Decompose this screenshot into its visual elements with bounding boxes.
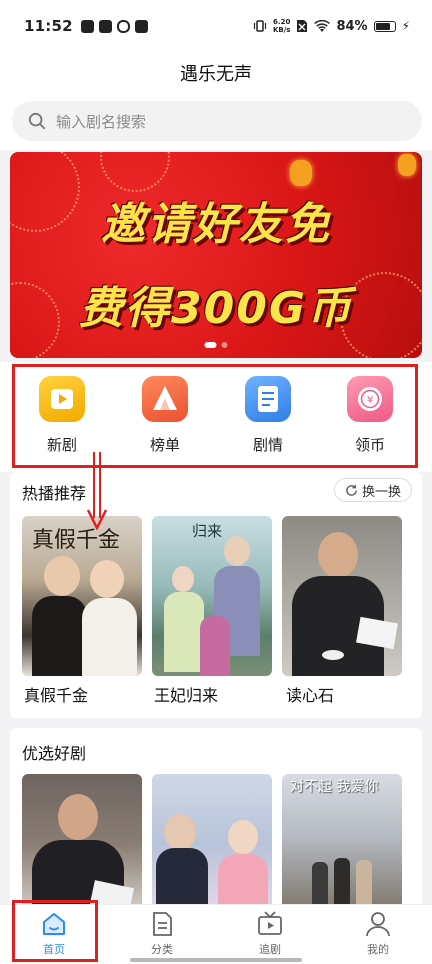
rank-crown-icon	[142, 376, 188, 422]
gesture-bar[interactable]	[130, 958, 302, 962]
section-title: 优选好剧	[22, 744, 87, 763]
drama-poster[interactable]	[22, 774, 142, 908]
nav-label: 追剧	[259, 943, 281, 956]
firework-decoration	[100, 152, 170, 192]
nav-label: 分类	[151, 943, 173, 956]
drama-poster[interactable]: 真假千金	[22, 516, 142, 676]
actor-figure	[224, 536, 250, 566]
status-time: 11:52	[24, 17, 73, 35]
document-icon	[245, 376, 291, 422]
mail-icon	[134, 19, 148, 33]
drama-title[interactable]: 真假千金	[24, 682, 88, 706]
search-placeholder: 输入剧名搜索	[56, 112, 147, 131]
quick-nav-label: 剧情	[252, 436, 283, 454]
actor-figure	[58, 794, 98, 840]
quick-nav: 新剧 榜单 剧情 ¥ 领币	[0, 362, 432, 472]
net-speed-unit: KB/s	[272, 26, 291, 34]
net-speed: 6.20 KB/s	[273, 18, 290, 34]
banner-pagination	[204, 342, 228, 348]
actor-figure	[218, 854, 268, 908]
coin-icon: ¥	[347, 376, 393, 422]
actor-figure	[164, 592, 204, 672]
actor-figure	[228, 820, 258, 854]
actor-figure	[44, 556, 80, 596]
status-right: 6.20 KB/s 84% ⚡	[253, 18, 410, 34]
vibrate-icon	[253, 20, 267, 32]
poster-caption: 对不起 我爱你	[290, 779, 379, 795]
actor-figure	[318, 532, 358, 578]
annotation-arrow-icon	[86, 452, 108, 530]
refresh-button[interactable]: 换一换	[333, 478, 412, 502]
cup-prop	[322, 650, 344, 660]
quick-nav-plot[interactable]: 剧情	[228, 376, 308, 455]
battery-percent: 84%	[336, 18, 368, 34]
actor-figure	[164, 814, 196, 850]
tab-profile[interactable]: 我的	[324, 909, 432, 957]
quick-nav-coins[interactable]: ¥ 领币	[330, 376, 410, 455]
quick-nav-rank[interactable]: 榜单	[125, 376, 205, 455]
tiktok-icon	[80, 19, 94, 33]
refresh-label: 换一换	[361, 484, 401, 500]
drama-poster[interactable]	[152, 774, 272, 908]
hot-recommend-section: 热播推荐 换一换 真假千金 真假千金 归来 王妃归来 读心石	[10, 472, 422, 718]
promo-banner[interactable]: 邀请好友免 费得300G币	[10, 152, 422, 358]
actor-figure	[82, 598, 137, 676]
drama-poster[interactable]	[282, 516, 402, 676]
tab-category[interactable]: 分类	[108, 909, 216, 957]
drama-title[interactable]: 读心石	[286, 682, 334, 706]
app-header: 遇乐无声	[0, 52, 432, 94]
featured-section: 优选好剧 对不起 我爱你	[10, 728, 422, 908]
charging-icon: ⚡	[401, 19, 410, 33]
refresh-icon	[346, 484, 357, 496]
search-input[interactable]: 输入剧名搜索	[12, 101, 422, 141]
section-title: 热播推荐	[22, 484, 87, 503]
play-video-icon	[39, 376, 85, 422]
nav-label: 我的	[367, 943, 389, 956]
page-title: 遇乐无声	[180, 64, 252, 85]
actor-figure	[312, 862, 328, 908]
banner-dot[interactable]	[221, 342, 228, 348]
search-bar-container: 输入剧名搜索	[0, 94, 432, 150]
actor-figure	[334, 858, 350, 908]
banner-headline-1: 邀请好友免	[101, 199, 331, 250]
lantern-decoration	[398, 154, 416, 176]
user-icon	[366, 912, 390, 937]
category-icon	[153, 912, 172, 936]
net-speed-value: 6.20	[273, 18, 291, 26]
lantern-decoration	[290, 160, 312, 186]
notification-icons	[80, 19, 148, 33]
poster-caption: 归来	[192, 522, 223, 540]
drama-title[interactable]: 王妃归来	[154, 682, 218, 706]
actor-figure	[156, 848, 208, 908]
actor-figure	[32, 596, 87, 676]
actor-figure	[356, 860, 372, 908]
annotation-highlight-box	[12, 900, 98, 962]
battery-icon	[373, 20, 396, 32]
banner-dot[interactable]	[204, 342, 217, 348]
tv-icon	[258, 911, 282, 935]
svg-text:¥: ¥	[367, 395, 373, 406]
actor-figure	[90, 560, 124, 598]
drama-poster[interactable]: 对不起 我爱你	[282, 774, 402, 908]
quick-nav-label: 榜单	[149, 436, 180, 454]
wifi-icon	[314, 19, 331, 32]
status-bar: 11:52 6.20 KB/s 84% ⚡	[0, 0, 432, 52]
no-sim-icon	[297, 20, 308, 32]
quick-nav-new[interactable]: 新剧	[22, 376, 102, 455]
quick-nav-label: 领币	[354, 436, 385, 454]
tab-follow[interactable]: 追剧	[216, 909, 324, 957]
banner-headline-2: 费得300G币	[79, 283, 353, 334]
drama-poster[interactable]: 归来	[152, 516, 272, 676]
app-notification-icon	[98, 19, 112, 33]
link-icon	[116, 19, 130, 33]
actor-figure	[200, 616, 230, 676]
actor-figure	[172, 566, 194, 592]
search-icon	[28, 112, 46, 130]
